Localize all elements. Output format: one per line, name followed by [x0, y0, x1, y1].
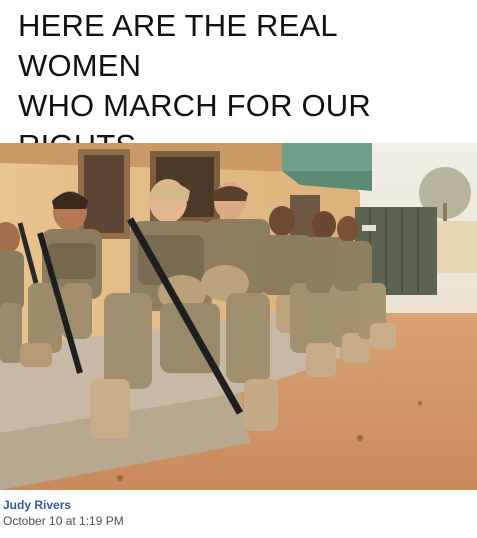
facebook-post: HERE ARE THE REAL WOMEN WHO MARCH FOR OU… [0, 0, 477, 538]
meme-caption-area: HERE ARE THE REAL WOMEN WHO MARCH FOR OU… [0, 0, 477, 163]
meme-caption-text: HERE ARE THE REAL WOMEN WHO MARCH FOR OU… [18, 8, 371, 163]
post-author-link[interactable]: Judy Rivers [3, 498, 71, 512]
photo-illustration [0, 143, 477, 490]
post-timestamp[interactable]: October 10 at 1:19 PM [3, 514, 124, 528]
green-awning [282, 143, 372, 171]
window-left-glass [84, 155, 124, 233]
distant-building [436, 221, 477, 273]
post-photo[interactable] [0, 143, 477, 490]
